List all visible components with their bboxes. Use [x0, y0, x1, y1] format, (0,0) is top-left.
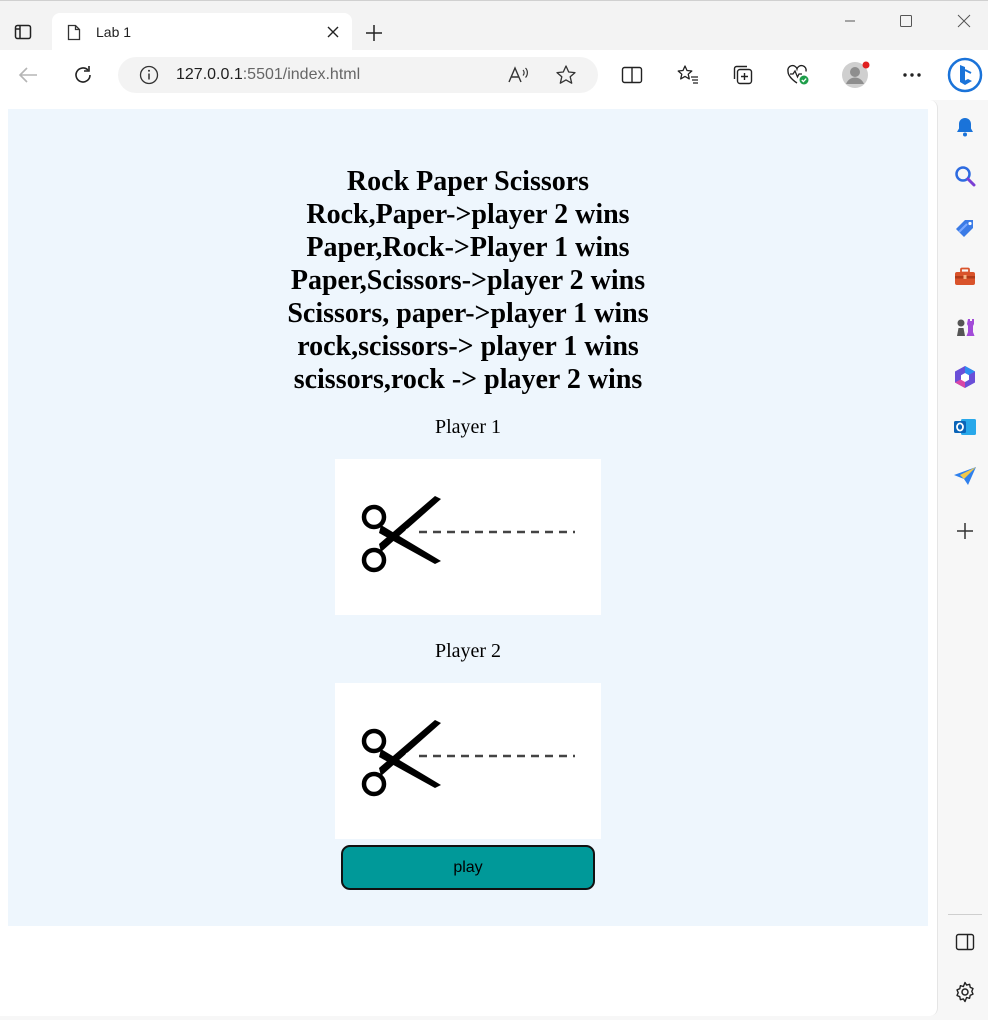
heading-line: scissors,rock -> player 2 wins [293, 364, 643, 395]
send-drop-icon[interactable] [952, 463, 978, 489]
shopping-tag-icon[interactable] [952, 215, 978, 241]
url-host: 127.0.0.1 [176, 66, 243, 83]
play-button[interactable]: play [341, 845, 595, 890]
page-icon [66, 23, 82, 41]
profile-avatar[interactable] [839, 59, 871, 91]
back-button[interactable] [12, 59, 44, 91]
collections-icon[interactable] [727, 59, 759, 91]
heading-line: Rock Paper Scissors [346, 166, 590, 197]
more-options-icon[interactable] [896, 59, 928, 91]
new-tab-button[interactable] [360, 19, 388, 47]
player1-choice-image [335, 459, 601, 615]
close-window-button[interactable] [944, 7, 984, 35]
games-chess-icon[interactable] [952, 314, 978, 340]
page-viewport: Rock Paper Scissors Rock,Paper->player 2… [0, 100, 938, 1016]
player1-label: Player 1 [434, 416, 502, 438]
maximize-button[interactable] [886, 7, 926, 35]
microsoft365-icon[interactable] [952, 364, 978, 390]
outlook-icon[interactable] [952, 414, 978, 440]
tools-briefcase-icon[interactable] [952, 264, 978, 290]
heading-line: Rock,Paper->player 2 wins [306, 199, 630, 230]
tab-title: Lab 1 [96, 24, 132, 40]
page-heading: Rock Paper Scissors Rock,Paper->player 2… [8, 165, 928, 396]
heading-line: rock,scissors-> player 1 wins [297, 331, 639, 362]
scissors-icon [361, 720, 575, 797]
tab-actions-icon[interactable] [8, 20, 38, 44]
favorites-icon[interactable] [672, 59, 704, 91]
favorite-star-icon[interactable] [554, 63, 578, 87]
browser-toolbar: 127.0.0.1:5501/index.html [0, 50, 988, 100]
browser-essentials-icon[interactable] [782, 59, 814, 91]
split-screen-icon[interactable] [616, 59, 648, 91]
close-tab-icon[interactable] [320, 19, 346, 45]
sidebar-divider [948, 914, 982, 915]
player2-label: Player 2 [434, 640, 502, 662]
refresh-button[interactable] [67, 59, 99, 91]
browser-tab[interactable]: Lab 1 [52, 13, 352, 51]
search-icon[interactable] [952, 163, 978, 189]
scissors-icon [361, 496, 575, 573]
title-bar: Lab 1 [0, 0, 988, 51]
heading-line: Scissors, paper->player 1 wins [287, 298, 649, 329]
player2-choice-image [335, 683, 601, 839]
hide-sidebar-icon[interactable] [952, 929, 978, 955]
settings-gear-icon[interactable] [952, 979, 978, 1005]
read-aloud-icon[interactable] [506, 63, 530, 87]
add-sidebar-app-icon[interactable] [952, 518, 978, 544]
notifications-bell-icon[interactable] [952, 114, 978, 140]
site-info-icon[interactable] [138, 64, 160, 86]
heading-line: Paper,Scissors->player 2 wins [290, 265, 646, 296]
url-path: :5501/index.html [242, 66, 361, 83]
bing-copilot-icon[interactable] [946, 56, 984, 94]
edge-sidebar [940, 100, 988, 1020]
address-bar[interactable]: 127.0.0.1:5501/index.html [118, 57, 598, 93]
url-text[interactable]: 127.0.0.1:5501/index.html [176, 66, 360, 84]
heading-line: Paper,Rock->Player 1 wins [306, 232, 630, 263]
minimize-button[interactable] [830, 7, 870, 35]
page-body: Rock Paper Scissors Rock,Paper->player 2… [8, 109, 928, 926]
